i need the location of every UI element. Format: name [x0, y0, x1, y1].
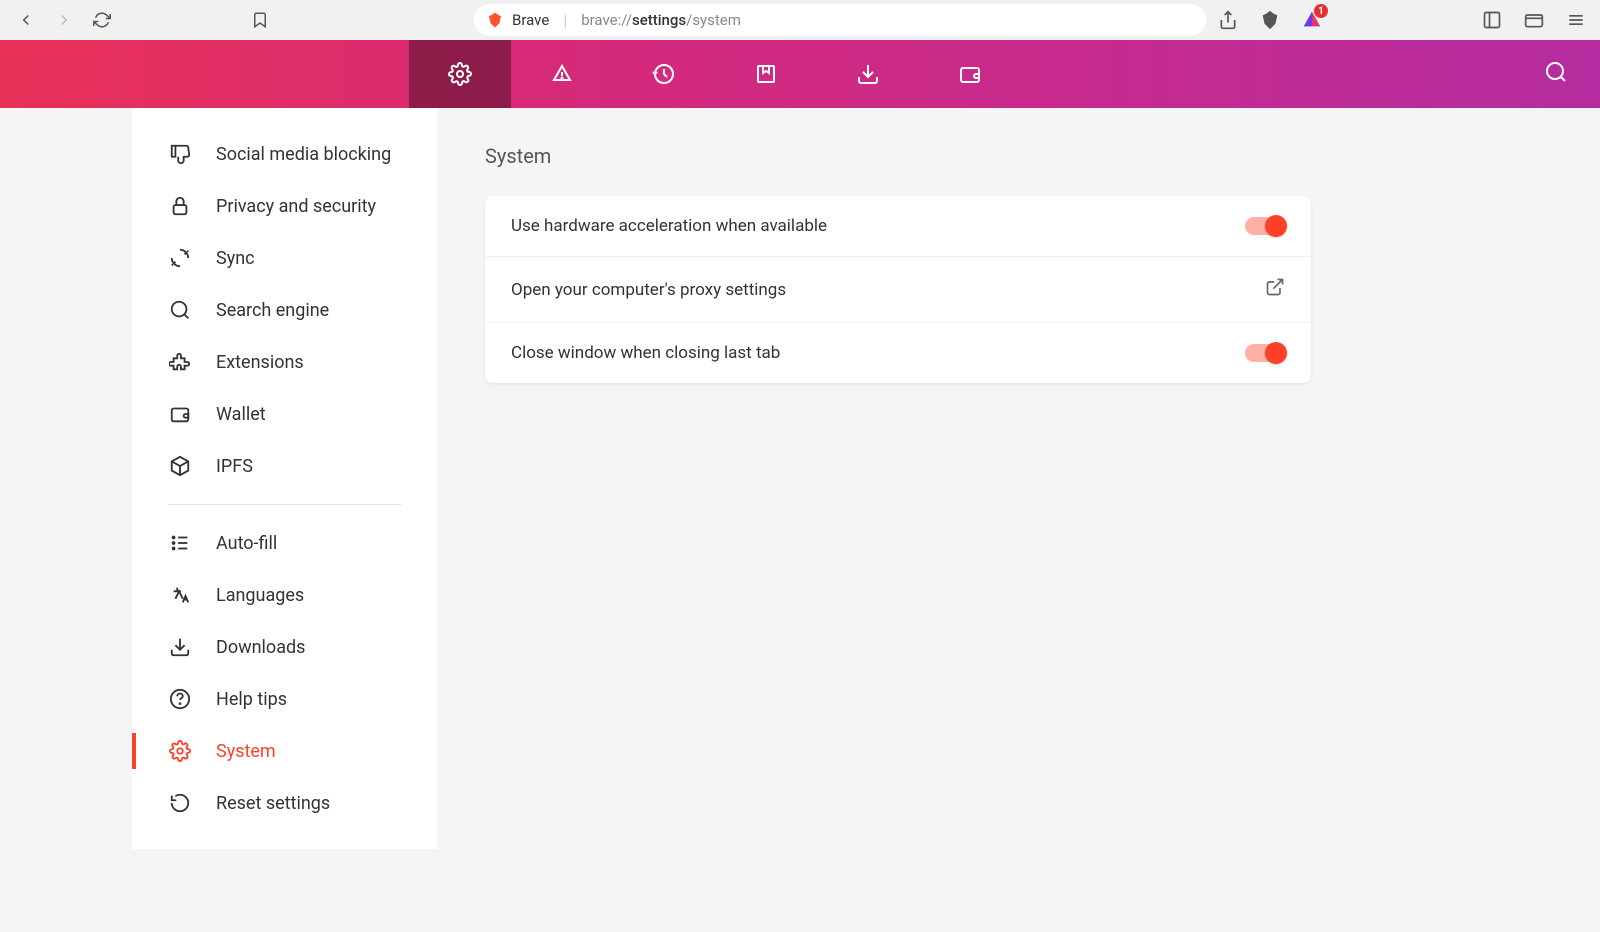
sidebar-item-help-tips[interactable]: Help tips	[132, 673, 437, 725]
setting-close-window-last-tab[interactable]: Close window when closing last tab	[485, 323, 1311, 383]
sidebar-item-label: Downloads	[216, 637, 305, 658]
toggle-switch[interactable]	[1245, 217, 1285, 235]
page-title: System	[485, 144, 1552, 168]
topnav-bookmarks[interactable]	[715, 40, 817, 108]
forward-button[interactable]	[50, 6, 78, 34]
thumbs-down-icon	[168, 142, 192, 166]
topnav-settings[interactable]	[409, 40, 511, 108]
sidebar-item-reset-settings[interactable]: Reset settings	[132, 777, 437, 829]
sidebar-item-system[interactable]: System	[132, 725, 437, 777]
sidebar-divider	[168, 504, 401, 505]
search-settings-button[interactable]	[1544, 60, 1568, 88]
sidebar-item-ipfs[interactable]: IPFS	[132, 440, 437, 492]
url-display: brave://settings/system	[581, 11, 741, 29]
brave-lion-icon	[486, 11, 504, 29]
reload-button[interactable]	[88, 6, 116, 34]
topnav-shields[interactable]	[511, 40, 613, 108]
sidebar-item-label: System	[216, 741, 276, 762]
sidebar-toggle-icon[interactable]	[1480, 8, 1504, 32]
settings-sidebar: Social media blocking Privacy and securi…	[132, 108, 437, 849]
sidebar-item-label: Help tips	[216, 689, 287, 710]
toggle-switch[interactable]	[1245, 344, 1285, 362]
share-icon[interactable]	[1216, 8, 1240, 32]
lock-icon	[168, 194, 192, 218]
topnav-history[interactable]	[613, 40, 715, 108]
sidebar-item-languages[interactable]: Languages	[132, 569, 437, 621]
sidebar-item-label: Sync	[216, 248, 255, 269]
sidebar-item-label: Extensions	[216, 352, 304, 373]
browser-toolbar: Brave | brave://settings/system 1	[0, 0, 1600, 40]
back-button[interactable]	[12, 6, 40, 34]
brave-shield-icon[interactable]	[1258, 8, 1282, 32]
download-icon	[168, 635, 192, 659]
sidebar-item-label: Auto-fill	[216, 533, 277, 554]
setting-hardware-acceleration[interactable]: Use hardware acceleration when available	[485, 196, 1311, 257]
sidebar-item-extensions[interactable]: Extensions	[132, 336, 437, 388]
sidebar-item-wallet[interactable]: Wallet	[132, 388, 437, 440]
search-icon	[168, 298, 192, 322]
topnav-wallet[interactable]	[919, 40, 1021, 108]
wallet-toolbar-icon[interactable]	[1522, 8, 1546, 32]
sidebar-item-search-engine[interactable]: Search engine	[132, 284, 437, 336]
setting-label: Close window when closing last tab	[511, 343, 780, 363]
help-icon	[168, 687, 192, 711]
rewards-badge: 1	[1314, 4, 1328, 18]
setting-proxy-settings[interactable]: Open your computer's proxy settings	[485, 257, 1311, 323]
settings-top-nav	[0, 40, 1600, 108]
reset-icon	[168, 791, 192, 815]
sidebar-item-label: Social media blocking	[216, 144, 391, 165]
sidebar-item-downloads[interactable]: Downloads	[132, 621, 437, 673]
sidebar-item-privacy-security[interactable]: Privacy and security	[132, 180, 437, 232]
main-content: System Use hardware acceleration when av…	[437, 108, 1600, 849]
translate-icon	[168, 583, 192, 607]
external-link-icon	[1265, 277, 1285, 302]
setting-label: Open your computer's proxy settings	[511, 280, 786, 300]
list-icon	[168, 531, 192, 555]
topnav-downloads[interactable]	[817, 40, 919, 108]
sidebar-item-label: Wallet	[216, 404, 266, 425]
brave-rewards-icon[interactable]: 1	[1300, 8, 1324, 32]
puzzle-icon	[168, 350, 192, 374]
bookmark-button[interactable]	[246, 6, 274, 34]
sidebar-item-sync[interactable]: Sync	[132, 232, 437, 284]
sidebar-item-label: Privacy and security	[216, 196, 376, 217]
sidebar-item-label: IPFS	[216, 456, 253, 477]
address-bar[interactable]: Brave | brave://settings/system	[474, 4, 1206, 36]
sidebar-item-label: Reset settings	[216, 793, 330, 814]
url-brand: Brave	[512, 11, 549, 29]
setting-label: Use hardware acceleration when available	[511, 216, 827, 236]
sidebar-item-label: Languages	[216, 585, 304, 606]
sync-icon	[168, 246, 192, 270]
wallet-icon	[168, 402, 192, 426]
sidebar-item-label: Search engine	[216, 300, 329, 321]
gear-icon	[168, 739, 192, 763]
menu-button[interactable]	[1564, 8, 1588, 32]
settings-card: Use hardware acceleration when available…	[485, 196, 1311, 383]
cube-icon	[168, 454, 192, 478]
sidebar-item-social-media-blocking[interactable]: Social media blocking	[132, 128, 437, 180]
sidebar-item-autofill[interactable]: Auto-fill	[132, 517, 437, 569]
